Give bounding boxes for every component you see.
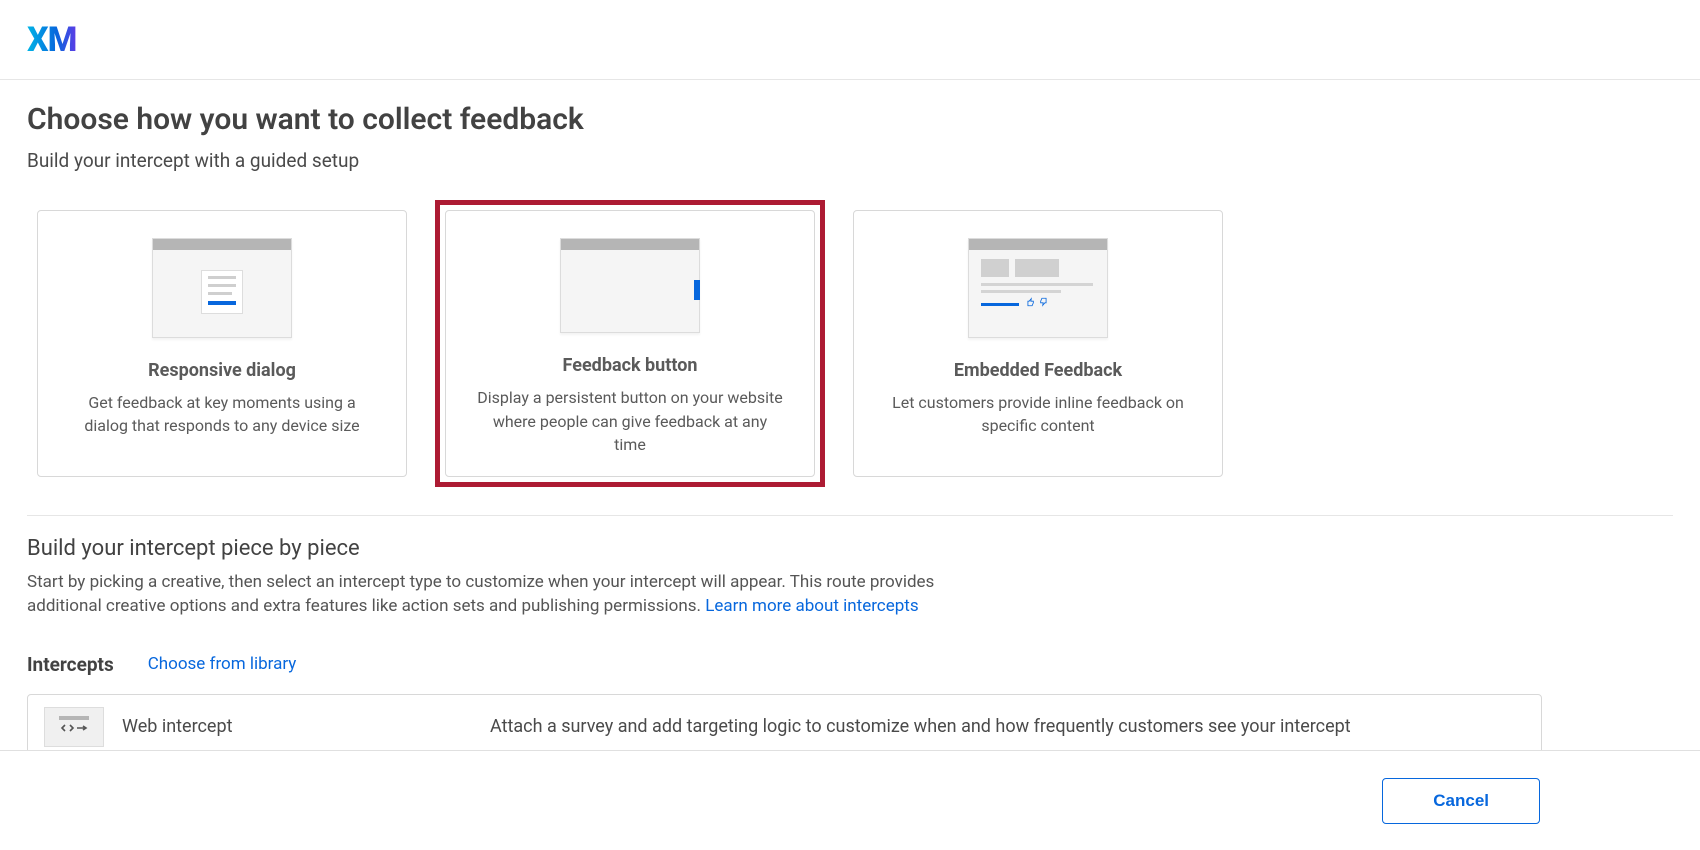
section-piece-by-piece-title: Build your intercept piece by piece [27, 536, 1673, 561]
section-piece-by-piece-desc: Start by picking a creative, then select… [27, 571, 987, 619]
web-intercept-icon [44, 707, 104, 747]
card-desc: Display a persistent button on your webs… [476, 386, 784, 456]
footer: Cancel [0, 750, 1700, 850]
card-responsive-dialog[interactable]: Responsive dialog Get feedback at key mo… [37, 210, 407, 477]
illustration-feedback-button [560, 238, 700, 333]
card-desc: Let customers provide inline feedback on… [884, 391, 1192, 437]
choose-from-library-link[interactable]: Choose from library [148, 654, 297, 674]
divider [27, 515, 1673, 516]
main-content: Choose how you want to collect feedback … [0, 80, 1700, 760]
illustration-embedded-feedback [968, 238, 1108, 338]
card-desc: Get feedback at key moments using a dial… [68, 391, 376, 437]
learn-more-link[interactable]: Learn more about intercepts [705, 596, 918, 616]
header: XM [0, 0, 1700, 80]
intercepts-label: Intercepts [27, 653, 114, 676]
card-wrapper-feedback-button: Feedback button Display a persistent but… [435, 200, 825, 487]
card-title: Responsive dialog [148, 360, 296, 381]
card-title: Embedded Feedback [954, 360, 1122, 381]
web-intercept-title: Web intercept [122, 716, 472, 737]
page-title: Choose how you want to collect feedback [27, 102, 1673, 137]
logo: XM [27, 20, 76, 60]
card-title: Feedback button [563, 355, 698, 376]
card-feedback-button[interactable]: Feedback button Display a persistent but… [445, 210, 815, 477]
option-cards-row: Responsive dialog Get feedback at key mo… [27, 200, 1673, 487]
card-embedded-feedback[interactable]: Embedded Feedback Let customers provide … [853, 210, 1223, 477]
cancel-button[interactable]: Cancel [1382, 778, 1540, 824]
illustration-responsive-dialog [152, 238, 292, 338]
web-intercept-desc: Attach a survey and add targeting logic … [490, 716, 1351, 737]
card-wrapper-responsive-dialog: Responsive dialog Get feedback at key mo… [27, 200, 417, 487]
page-subtitle: Build your intercept with a guided setup [27, 149, 1673, 172]
thumbs-icon [1025, 297, 1049, 307]
intercepts-header: Intercepts Choose from library [27, 653, 1673, 676]
card-wrapper-embedded-feedback: Embedded Feedback Let customers provide … [843, 200, 1233, 487]
